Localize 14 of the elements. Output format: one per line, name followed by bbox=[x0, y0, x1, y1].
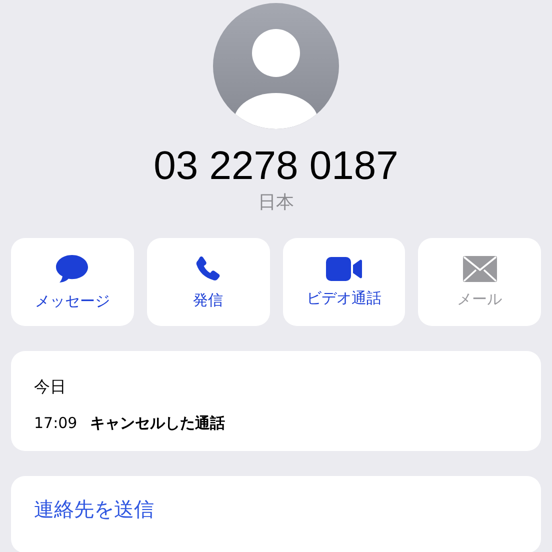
region-label: 日本 bbox=[258, 191, 294, 215]
speech-bubble-icon bbox=[55, 254, 90, 284]
history-date: 今日 bbox=[34, 377, 67, 398]
video-camera-icon bbox=[326, 256, 362, 280]
video-button[interactable]: ビデオ通話 bbox=[282, 238, 406, 326]
phone-number: 03 2278 0187 bbox=[154, 143, 398, 189]
phone-icon bbox=[194, 254, 222, 282]
call-button[interactable]: 発信 bbox=[146, 238, 270, 326]
share-contact-link[interactable]: 連絡先を送信 bbox=[34, 497, 154, 521]
envelope-icon bbox=[462, 256, 497, 282]
call-description: キャンセルした通話 bbox=[90, 414, 226, 433]
message-button[interactable]: メッセージ bbox=[11, 238, 134, 326]
call-time: 17:09 bbox=[34, 414, 78, 433]
avatar-icon bbox=[213, 3, 339, 129]
